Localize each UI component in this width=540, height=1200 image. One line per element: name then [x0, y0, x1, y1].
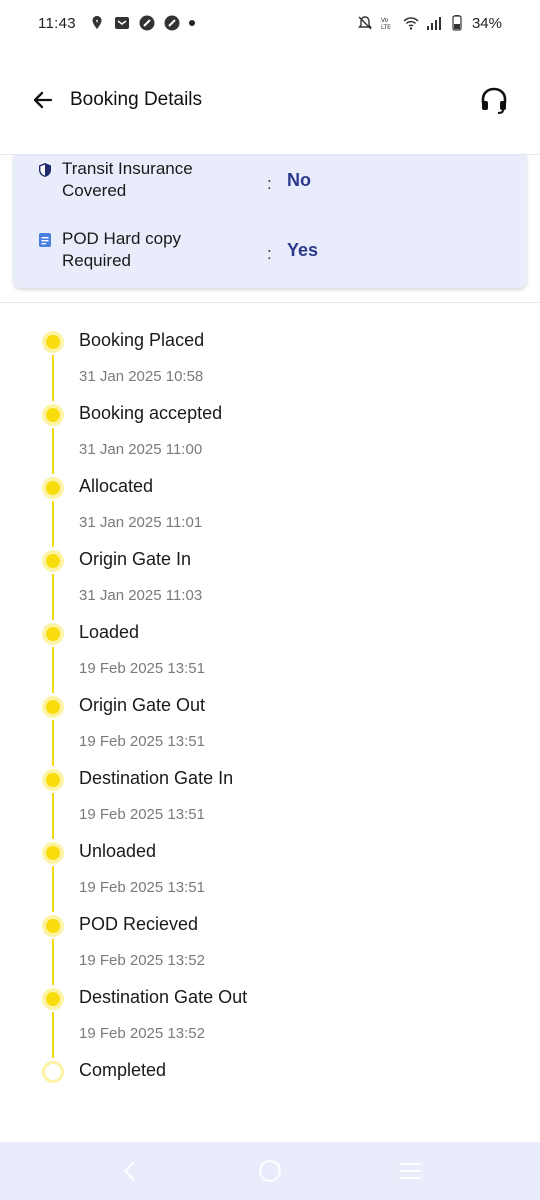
timeline-connector: [52, 574, 54, 620]
signal-icon: [426, 17, 441, 30]
headset-icon: [481, 87, 507, 114]
location-pin-icon: [92, 16, 102, 29]
timeline-connector: [52, 428, 54, 474]
info-value: No: [287, 170, 311, 190]
nav-back-button[interactable]: [110, 1151, 150, 1191]
timeline-dot-complete-icon: [42, 915, 64, 937]
back-button[interactable]: [30, 87, 56, 113]
timeline-item: POD Recieved 19 Feb 2025 13:52: [0, 908, 540, 985]
info-row-transit-insurance: Transit Insurance Covered : No: [37, 158, 507, 202]
timeline-dot-complete-icon: [42, 842, 64, 864]
timeline-step-time: 19 Feb 2025 13:52: [79, 1025, 205, 1042]
timeline-step-title: Destination Gate Out: [79, 987, 248, 1007]
timeline-connector: [52, 501, 54, 547]
timeline-connector: [52, 720, 54, 766]
timeline-item: Origin Gate In 31 Jan 2025 11:03: [0, 543, 540, 620]
section-divider: [0, 302, 540, 303]
timeline-step-time: 19 Feb 2025 13:51: [79, 660, 205, 677]
timeline-step-time: 19 Feb 2025 13:51: [79, 733, 205, 750]
home-circle-icon: [259, 1160, 281, 1182]
chevron-left-icon: [123, 1162, 134, 1180]
support-button[interactable]: [478, 84, 510, 116]
arrow-left-icon: [33, 91, 53, 109]
timeline-dot-complete-icon: [42, 404, 64, 426]
timeline-item: Booking Placed 31 Jan 2025 10:58: [0, 324, 540, 401]
timeline-dot-complete-icon: [42, 550, 64, 572]
timeline-connector: [52, 939, 54, 985]
timeline-step-time: 31 Jan 2025 11:03: [79, 587, 203, 604]
timeline-step-title: Booking accepted: [79, 403, 223, 423]
timeline-step-time: 19 Feb 2025 13:51: [79, 879, 205, 896]
timeline-step-title: Completed: [79, 1060, 167, 1080]
timeline-connector: [52, 355, 54, 401]
svg-text:LTE: LTE: [381, 24, 391, 31]
timeline-item: Allocated 31 Jan 2025 11:01: [0, 470, 540, 547]
timeline-item: Origin Gate Out 19 Feb 2025 13:51: [0, 689, 540, 766]
timeline-step-time: 19 Feb 2025 13:52: [79, 952, 205, 969]
timeline-connector: [52, 793, 54, 839]
shield-icon: [39, 163, 51, 177]
timeline-dot-complete-icon: [42, 477, 64, 499]
svg-text:Vo: Vo: [381, 17, 389, 24]
app-bar: Booking Details: [0, 66, 540, 134]
volte-icon: VoLTE: [381, 17, 391, 31]
timeline-step-title: Destination Gate In: [79, 768, 234, 788]
message-icon: [114, 17, 129, 29]
info-value: Yes: [287, 240, 319, 260]
status-timeline: Booking Placed 31 Jan 2025 10:58 Booking…: [0, 324, 540, 1127]
timeline-item: Destination Gate Out 19 Feb 2025 13:52: [0, 981, 540, 1058]
timeline-step-title: Loaded: [79, 622, 140, 642]
battery-percent: 34%: [471, 14, 502, 32]
system-nav-bar: [0, 1142, 540, 1200]
page-title: Booking Details: [70, 89, 203, 110]
document-icon: [39, 233, 51, 247]
timeline-connector: [52, 647, 54, 693]
timeline-step-title: Unloaded: [79, 841, 157, 861]
timeline-step-title: Origin Gate In: [79, 549, 192, 569]
timeline-connector: [52, 1012, 54, 1058]
status-time: 11:43: [38, 14, 76, 32]
timeline-step-time: 31 Jan 2025 10:58: [79, 368, 204, 385]
timeline-step-title: POD Recieved: [79, 914, 199, 934]
wifi-icon: [403, 17, 419, 30]
timeline-step-time: 31 Jan 2025 11:00: [79, 441, 203, 458]
app-notification-icon: [139, 15, 155, 31]
status-bar: 11:43 Vo LTE 34%: [0, 0, 540, 46]
more-notifications-icon: [188, 20, 195, 26]
timeline-step-time: 19 Feb 2025 13:51: [79, 806, 205, 823]
timeline-dot-pending-icon: [42, 1061, 64, 1083]
timeline-step-time: 31 Jan 2025 11:01: [79, 514, 203, 531]
mute-bell-icon: [358, 16, 372, 30]
timeline-dot-complete-icon: [42, 696, 64, 718]
nav-home-button[interactable]: [250, 1151, 290, 1191]
timeline-step-title: Allocated: [79, 476, 154, 496]
timeline-item: Unloaded 19 Feb 2025 13:51: [0, 835, 540, 912]
timeline-step-title: Origin Gate Out: [79, 695, 206, 715]
timeline-step-title: Booking Placed: [79, 330, 205, 350]
battery-icon: [452, 15, 462, 31]
timeline-item: Loaded 19 Feb 2025 13:51: [0, 616, 540, 693]
timeline-dot-complete-icon: [42, 988, 64, 1010]
timeline-item: Destination Gate In 19 Feb 2025 13:51: [0, 762, 540, 839]
info-colon: :: [267, 244, 272, 263]
info-label: POD Hard copy Required: [62, 229, 182, 270]
timeline-item: Booking accepted 31 Jan 2025 11:00: [0, 397, 540, 474]
app-notification-icon: [164, 15, 180, 31]
timeline-dot-complete-icon: [42, 331, 64, 353]
booking-info-card: Transit Insurance Covered : No POD Hard …: [13, 155, 527, 288]
timeline-dot-complete-icon: [42, 623, 64, 645]
nav-recents-button[interactable]: [390, 1151, 430, 1191]
info-row-pod-hard-copy: POD Hard copy Required : Yes: [37, 228, 507, 272]
info-colon: :: [267, 174, 272, 193]
info-label: Transit Insurance Covered: [62, 159, 193, 200]
timeline-item: Completed: [0, 1054, 540, 1127]
timeline-connector: [52, 866, 54, 912]
timeline-dot-complete-icon: [42, 769, 64, 791]
recents-icon: [399, 1163, 421, 1179]
